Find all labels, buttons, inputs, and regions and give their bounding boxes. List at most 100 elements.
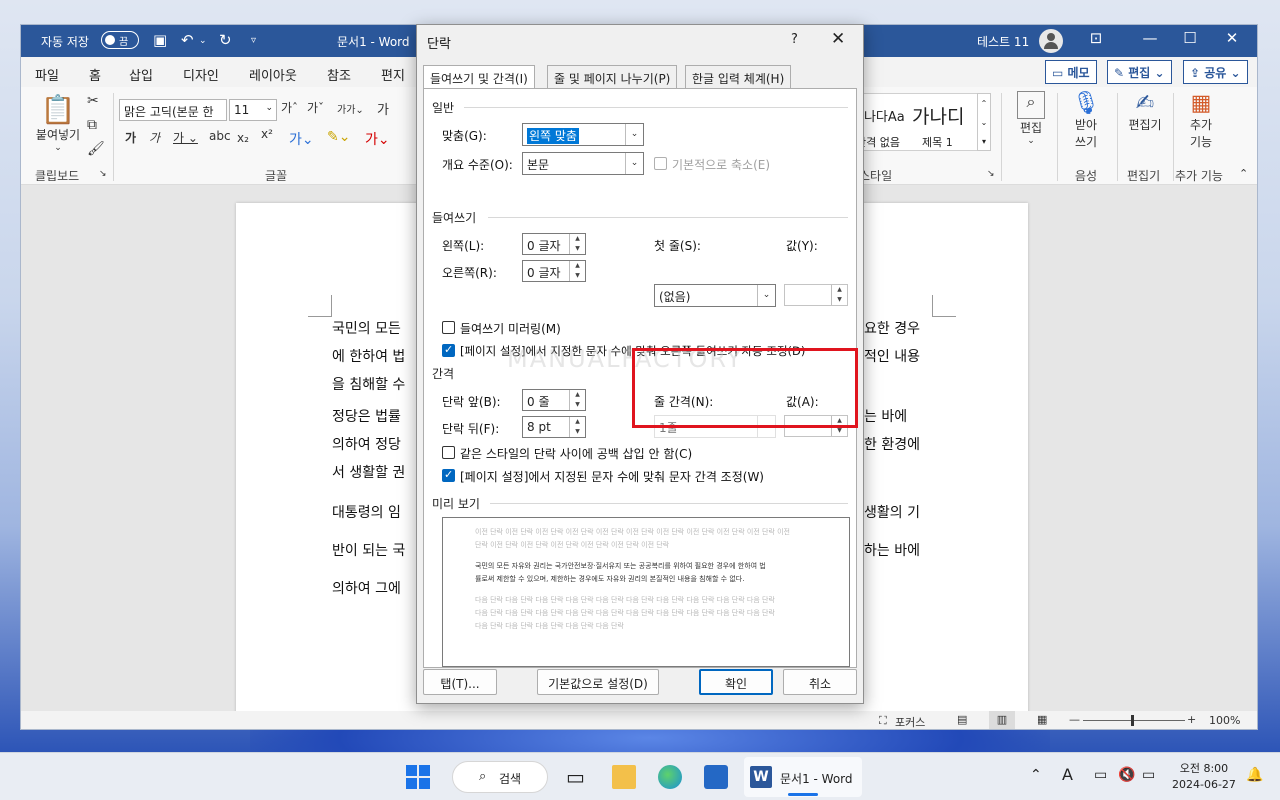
change-case-icon[interactable]: 가가⌄ <box>337 101 364 116</box>
tab-line-page-breaks[interactable]: 줄 및 페이지 나누기(P) <box>547 65 678 89</box>
copy-icon[interactable]: ⧉ <box>87 117 97 133</box>
share-button[interactable]: ⇪ 공유 ⌄ <box>1183 60 1248 84</box>
addins-button[interactable]: ▦ 추가 기능 <box>1177 91 1225 150</box>
font-color-icon[interactable]: 가⌄ <box>365 129 390 149</box>
tab-insert[interactable]: 삽입 <box>129 65 153 84</box>
spinner-arrows-icon[interactable] <box>569 417 585 437</box>
dictate-button[interactable]: 🎙 받아 쓰기 <box>1061 91 1111 150</box>
editing-button[interactable]: ⌕ 편집 ⌄ <box>1009 91 1053 146</box>
notification-bell-icon[interactable]: 🔔 <box>1246 767 1263 783</box>
memo-button[interactable]: ▭ 메모 <box>1045 60 1097 84</box>
shrink-font-icon[interactable]: 가ˇ <box>307 99 324 116</box>
tab-references[interactable]: 참조 <box>327 65 351 84</box>
indent-right-spinner[interactable]: 0 글자 <box>522 260 586 282</box>
cancel-button[interactable]: 취소 <box>783 669 857 695</box>
first-line-select[interactable]: (없음) ⌄ <box>654 284 776 307</box>
paste-button[interactable]: 📋 붙여넣기 ⌄ <box>33 93 83 153</box>
file-explorer-icon[interactable] <box>612 765 636 789</box>
font-name-combo[interactable]: 맑은 고딕(본문 한 <box>119 99 227 121</box>
grow-font-icon[interactable]: 가ˆ <box>281 99 298 116</box>
bold-icon[interactable]: 가 <box>125 129 136 146</box>
avatar[interactable] <box>1039 29 1063 53</box>
zoom-slider[interactable] <box>1083 720 1185 721</box>
ribbon-display-icon[interactable]: ⊡ <box>1081 29 1111 47</box>
show-hidden-icons-icon[interactable]: ⌃ <box>1030 767 1042 783</box>
style-gallery-scroll[interactable]: ⌃ ⌄ ▾ <box>977 93 991 151</box>
indent-by-spinner[interactable] <box>784 284 848 306</box>
help-button[interactable]: ? <box>791 32 798 47</box>
edit-mode-button[interactable]: ✎ 편집 ⌄ <box>1107 60 1172 84</box>
clock[interactable]: 오전 8:00 2024-06-27 <box>1172 761 1236 793</box>
edge-icon[interactable] <box>658 765 682 789</box>
indent-left-spinner[interactable]: 0 글자 <box>522 233 586 255</box>
no-space-same-style-checkbox[interactable] <box>442 446 455 459</box>
zoom-level[interactable]: 100% <box>1209 714 1240 727</box>
tab-mailings[interactable]: 편지 <box>381 65 405 84</box>
customize-toolbar-icon[interactable]: ▿ <box>251 35 256 46</box>
battery-icon[interactable]: ▭ <box>1142 767 1155 783</box>
collapse-default-checkbox[interactable] <box>654 157 667 170</box>
spinner-arrows-icon[interactable] <box>569 390 585 410</box>
tab-asian-typography[interactable]: 한글 입력 체계(H) <box>685 65 792 89</box>
input-language-icon[interactable]: A <box>1062 765 1073 784</box>
style-gallery[interactable]: 가나다Aa 간격 없음 가나디 제목 1 <box>852 93 979 151</box>
font-size-combo[interactable]: 11 ⌄ <box>229 99 277 121</box>
task-view-icon[interactable]: ▭ <box>566 765 590 789</box>
space-before-spinner[interactable]: 0 줄 <box>522 389 586 411</box>
taskbar-word-app[interactable]: W 문서1 - Word <box>744 757 862 797</box>
auto-adjust-indent-checkbox[interactable] <box>442 343 455 357</box>
web-layout-icon[interactable]: ▦ <box>1037 713 1047 726</box>
print-layout-icon[interactable]: ▥ <box>989 711 1015 729</box>
close-icon[interactable]: ✕ <box>1217 29 1247 47</box>
redo-icon[interactable]: ↻ <box>219 31 232 49</box>
save-icon[interactable]: ▣ <box>153 31 167 49</box>
strikethrough-icon[interactable]: abc <box>209 129 231 143</box>
set-default-button[interactable]: 기본값으로 설정(D) <box>537 669 659 695</box>
spinner-arrows-icon[interactable] <box>569 234 585 254</box>
read-mode-icon[interactable]: ▤ <box>957 713 967 726</box>
format-painter-icon[interactable]: 🖌 <box>87 141 105 157</box>
space-after-spinner[interactable]: 8 pt <box>522 416 586 438</box>
maximize-icon[interactable]: ☐ <box>1175 29 1205 47</box>
focus-label[interactable]: 포커스 <box>895 714 925 729</box>
ok-button[interactable]: 확인 <box>699 669 773 695</box>
collapse-ribbon-icon[interactable]: ⌃ <box>1239 167 1248 180</box>
editor-button[interactable]: ✍ 편집기 <box>1123 91 1167 133</box>
mirror-indents-checkbox[interactable] <box>442 321 455 334</box>
underline-icon[interactable]: 가 ⌄ <box>173 129 198 146</box>
subscript-icon[interactable]: x₂ <box>237 131 249 145</box>
tabs-button[interactable]: 탭(T)... <box>423 669 497 695</box>
zoom-slider-thumb[interactable] <box>1131 715 1134 726</box>
tab-layout[interactable]: 레이아웃 <box>249 65 297 84</box>
tab-file[interactable]: 파일 <box>35 65 59 84</box>
spinner-arrows-icon[interactable] <box>831 285 847 305</box>
outline-level-select[interactable]: 본문 ⌄ <box>522 152 644 175</box>
phonetic-guide-icon[interactable]: 가 <box>377 99 389 118</box>
taskbar-search[interactable]: ⌕ 검색 <box>452 761 548 793</box>
text-effects-icon[interactable]: 가⌄ <box>289 129 314 149</box>
undo-icon[interactable]: ↶ <box>181 31 194 49</box>
superscript-icon[interactable]: x² <box>261 127 273 141</box>
cut-icon[interactable]: ✂ <box>87 93 99 109</box>
highlight-icon[interactable]: ✎⌄ <box>327 129 350 145</box>
style-launcher-icon[interactable]: ↘ <box>987 169 995 179</box>
italic-icon[interactable]: 가 <box>149 129 160 146</box>
focus-icon[interactable]: ⛶ <box>879 714 887 728</box>
volume-icon[interactable]: 🔇 <box>1118 767 1135 783</box>
start-icon[interactable] <box>406 765 430 789</box>
dialog-close-icon[interactable]: ✕ <box>831 29 845 49</box>
tab-indents-spacing[interactable]: 들여쓰기 및 간격(I) <box>423 65 535 90</box>
spinner-arrows-icon[interactable] <box>569 261 585 281</box>
zoom-in-icon[interactable]: + <box>1187 713 1196 726</box>
snap-to-grid-checkbox[interactable] <box>442 468 455 482</box>
network-icon[interactable]: ▭ <box>1094 767 1107 783</box>
zoom-out-icon[interactable]: — <box>1069 713 1080 726</box>
store-icon[interactable] <box>704 765 728 789</box>
tab-design[interactable]: 디자인 <box>183 65 219 84</box>
alignment-select[interactable]: 왼쪽 맞춤 ⌄ <box>522 123 644 146</box>
minimize-icon[interactable]: — <box>1135 29 1165 47</box>
undo-dropdown-icon[interactable]: ⌄ <box>199 36 207 46</box>
tab-home[interactable]: 홈 <box>89 65 101 89</box>
autosave-toggle[interactable]: 끔 <box>101 31 139 49</box>
clipboard-launcher-icon[interactable]: ↘ <box>99 169 107 179</box>
